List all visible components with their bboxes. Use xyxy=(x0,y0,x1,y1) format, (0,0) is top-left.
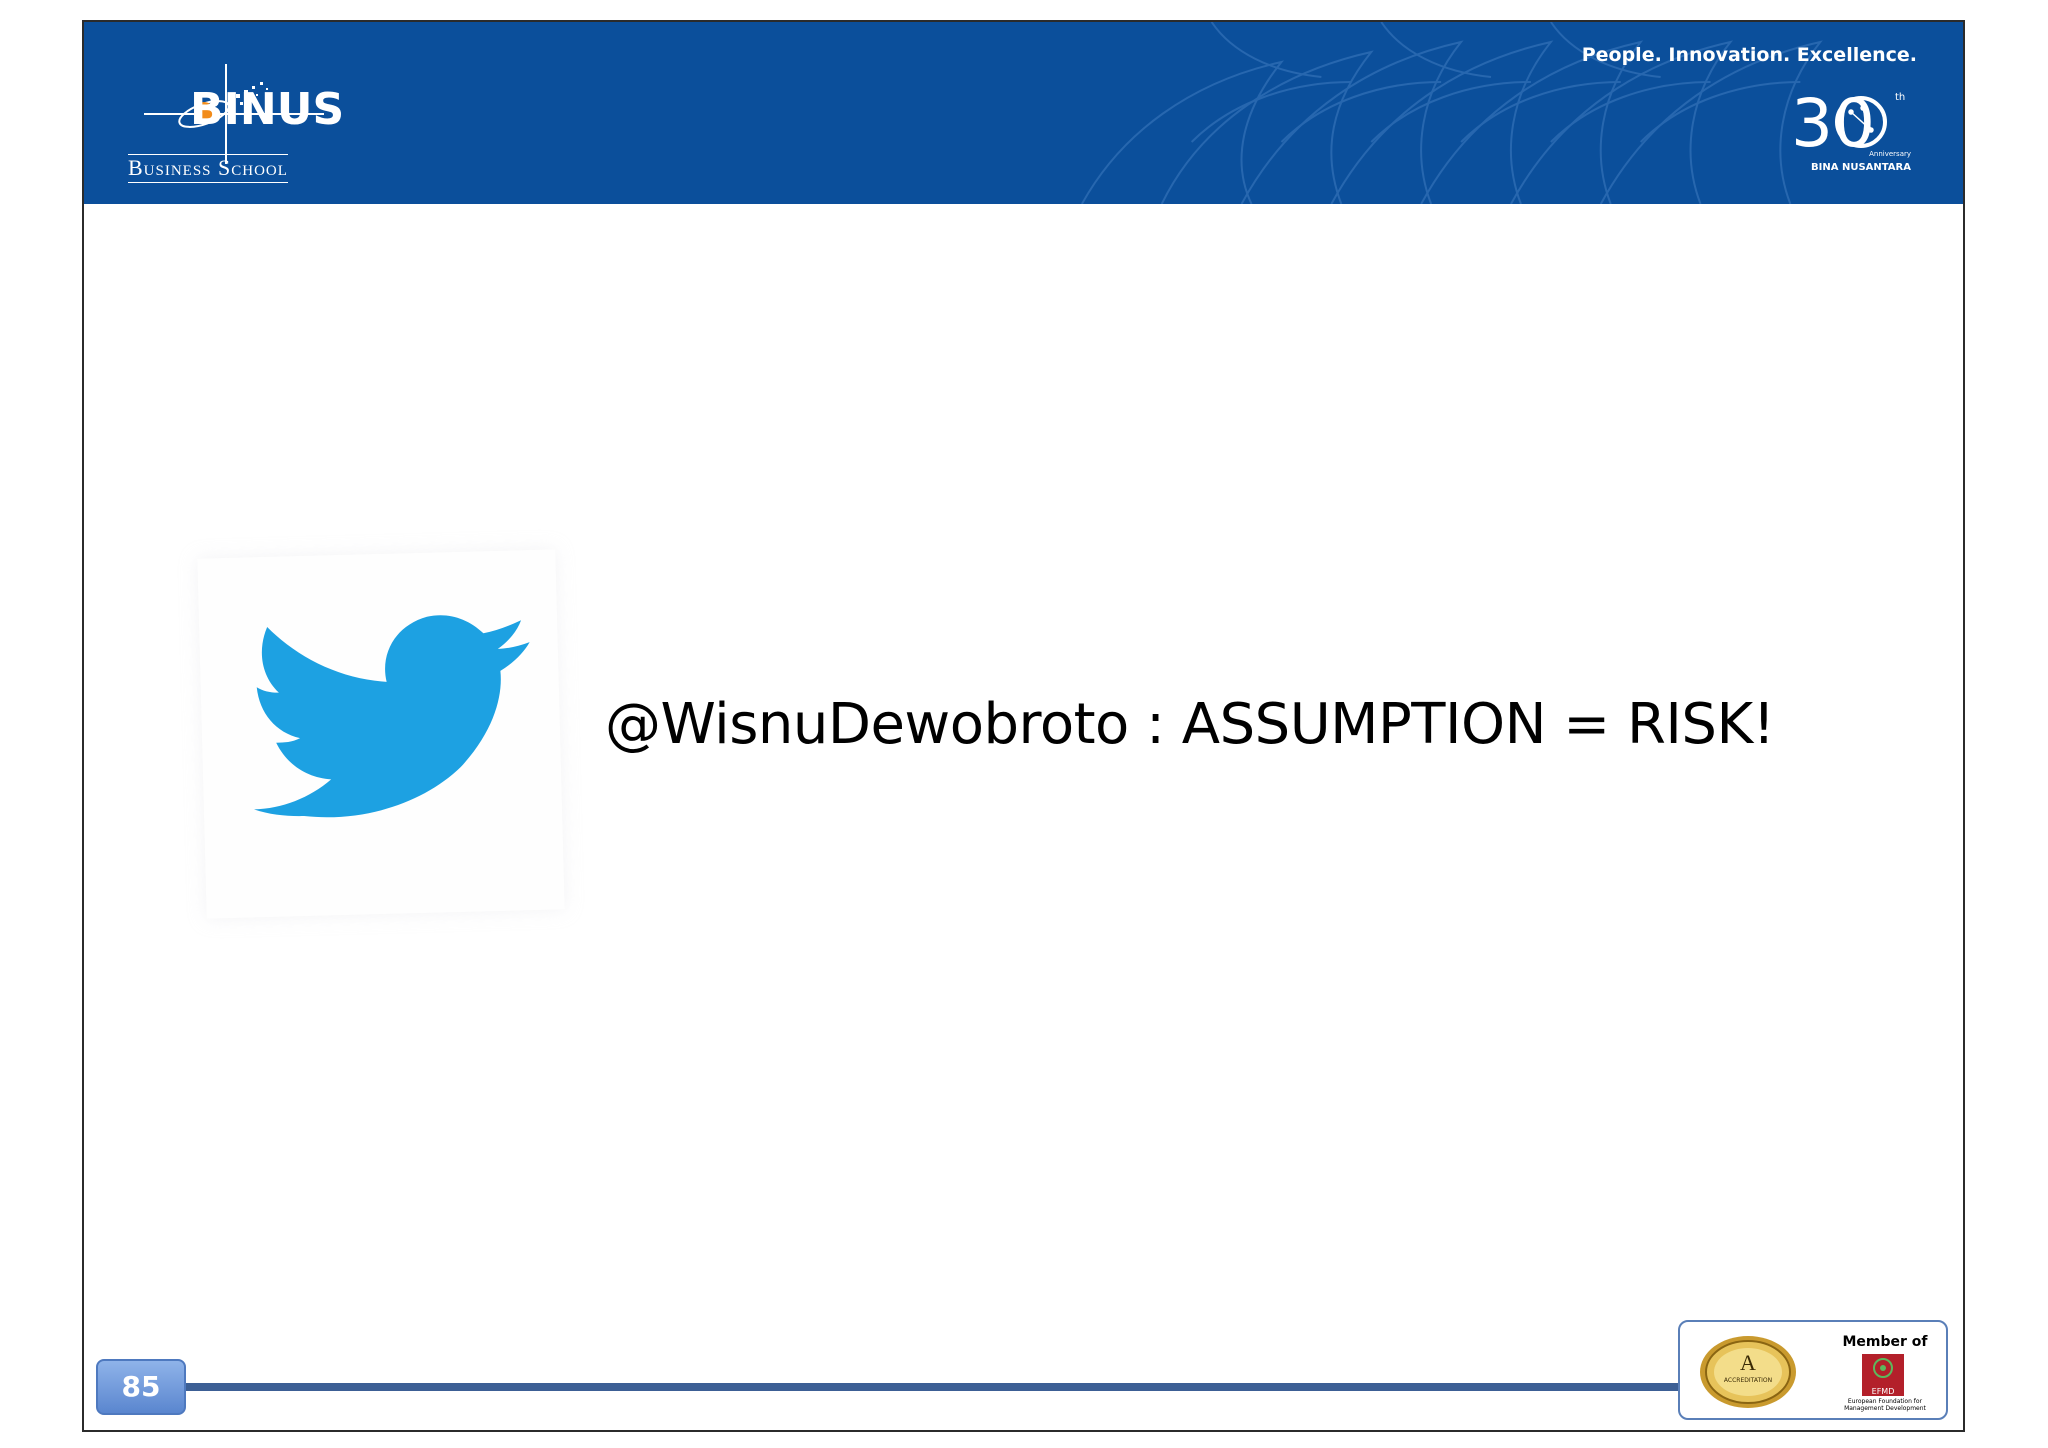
efmd-name: EFMD xyxy=(1872,1387,1895,1396)
accreditation-text: ACCREDITATION xyxy=(1724,1377,1772,1384)
accreditation-seal-icon: A ACCREDITATION xyxy=(1700,1336,1796,1408)
tagline: People. Innovation. Excellence. xyxy=(1581,44,1917,66)
twitter-bird-icon xyxy=(253,615,530,818)
twitter-image xyxy=(197,549,565,919)
slide-header: BINUS Business School People. Innovation… xyxy=(84,22,1963,204)
anniversary-org: BINA NUSANTARA xyxy=(1811,162,1911,173)
anniversary-30-logo: 30 th xyxy=(1791,85,1905,162)
anniversary-note: Anniversary xyxy=(1869,150,1911,158)
efmd-logo-icon: EFMD xyxy=(1862,1354,1904,1396)
logo-subtitle: Business School xyxy=(128,154,288,183)
slide: BINUS Business School People. Innovation… xyxy=(82,20,1965,1432)
footer-line xyxy=(172,1383,1772,1391)
member-of-label: Member of xyxy=(1842,1334,1928,1350)
accreditation-letter: A xyxy=(1740,1350,1756,1375)
efmd-caption: European Foundation for Management Devel… xyxy=(1844,1398,1926,1412)
headline: @WisnuDewobroto : ASSUMPTION = RISK! xyxy=(605,692,1775,757)
anniversary-sup: th xyxy=(1895,92,1905,103)
page-number: 85 xyxy=(96,1359,186,1415)
logo-wordmark: BINUS xyxy=(190,84,345,135)
accreditation-badges: A ACCREDITATION Member of EFMD European … xyxy=(1678,1320,1948,1420)
